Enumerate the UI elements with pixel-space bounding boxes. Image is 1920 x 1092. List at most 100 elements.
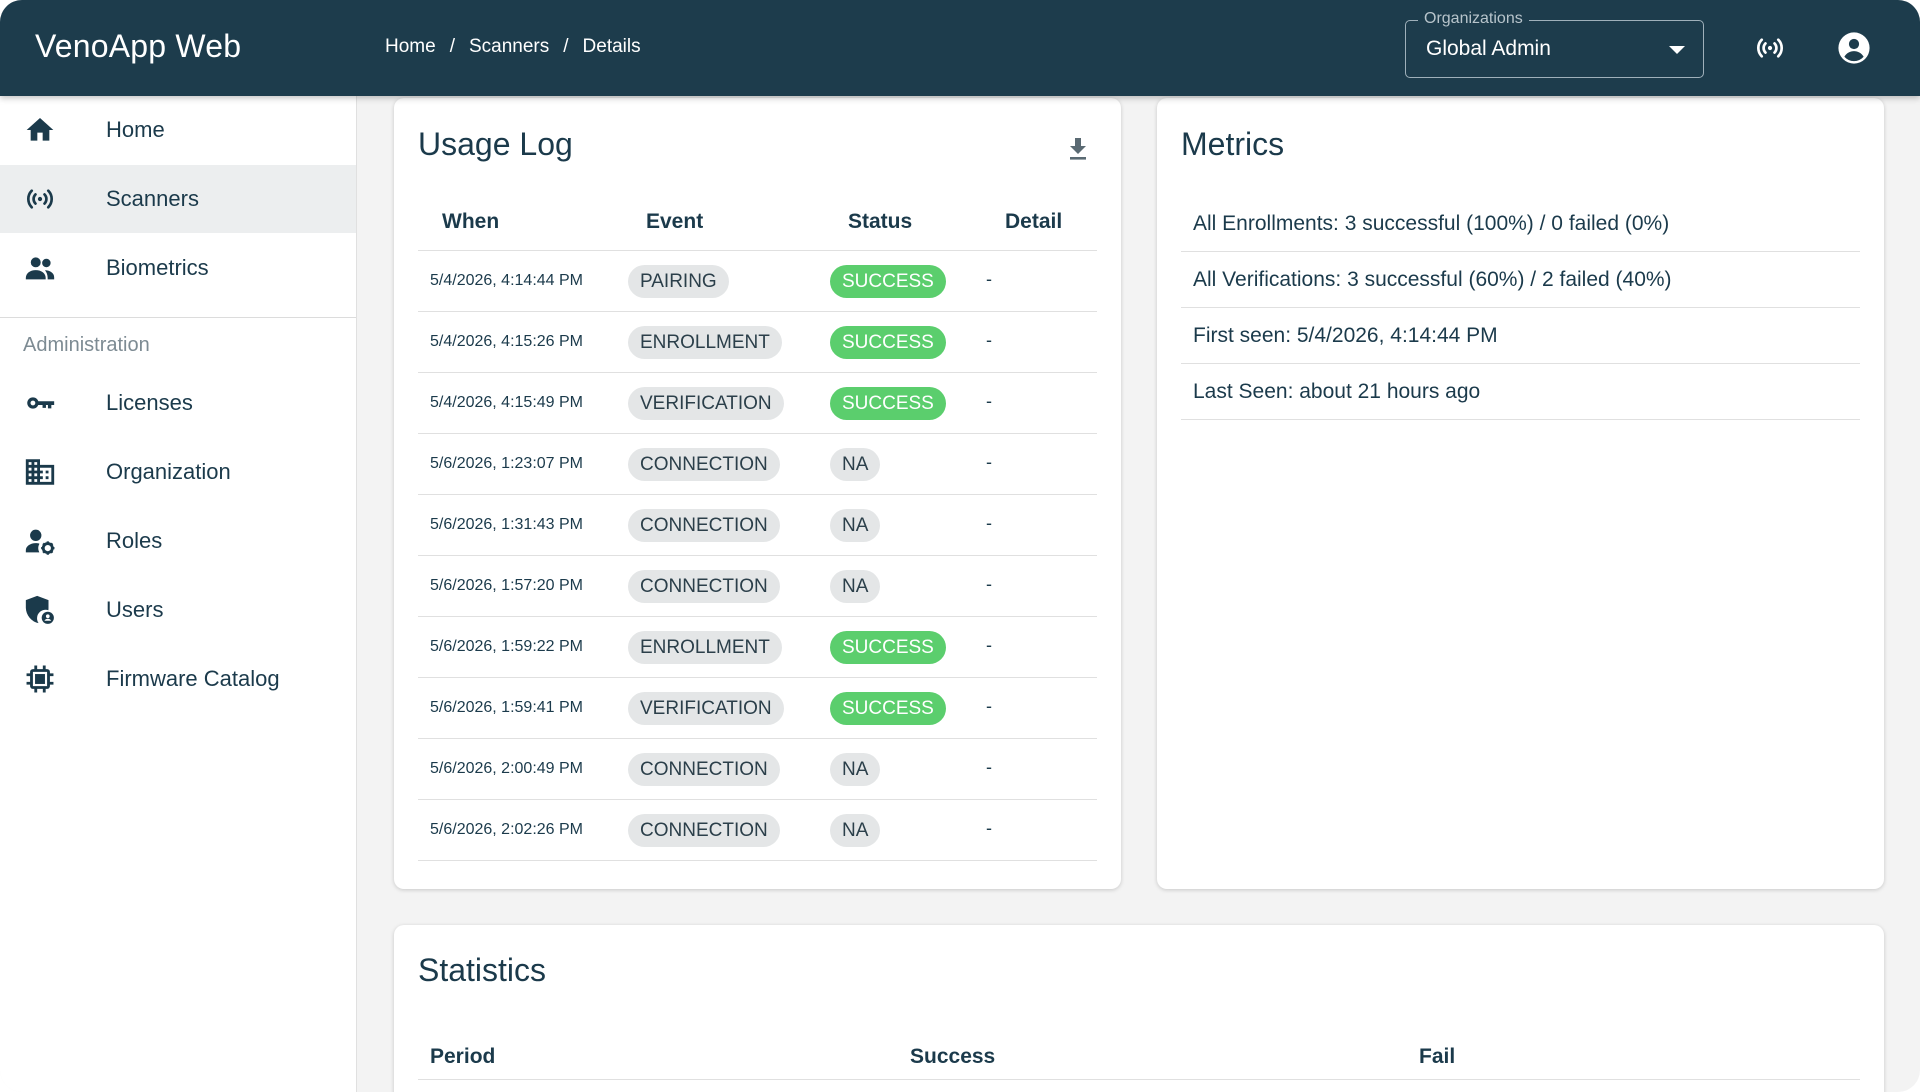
cell-detail: - xyxy=(986,330,992,350)
table-row: 5/6/2026, 2:00:49 PM CONNECTION NA - xyxy=(418,739,1097,800)
list-item: All Verifications: 3 successful (60%) / … xyxy=(1181,252,1860,308)
column-header-success[interactable]: Success xyxy=(910,1045,995,1069)
event-chip: ENROLLMENT xyxy=(628,326,782,359)
list-item: All Enrollments: 3 successful (100%) / 0… xyxy=(1181,196,1860,252)
sidebar-item-label: Scanners xyxy=(106,186,199,211)
download-icon[interactable] xyxy=(1063,134,1093,164)
organization-select[interactable]: Organizations Global Admin xyxy=(1405,10,1704,78)
sidebar-item-label: Biometrics xyxy=(106,255,209,280)
sidebar-divider xyxy=(0,317,356,318)
cell-detail: - xyxy=(986,757,992,777)
metrics-card: Metrics All Enrollments: 3 successful (1… xyxy=(1157,98,1884,889)
status-badge: SUCCESS xyxy=(830,692,946,725)
table-row: 5/6/2026, 1:59:22 PM ENROLLMENT SUCCESS … xyxy=(418,617,1097,678)
metric-first-seen: First seen: 5/4/2026, 4:14:44 PM xyxy=(1193,324,1498,347)
event-chip: ENROLLMENT xyxy=(628,631,782,664)
top-app-bar: VenoApp Web Home / Scanners / Details Or… xyxy=(0,0,1920,96)
table-row: 5/6/2026, 1:59:41 PM VERIFICATION SUCCES… xyxy=(418,678,1097,739)
sidebar-item-biometrics[interactable]: Biometrics xyxy=(0,234,356,302)
sidebar-item-roles[interactable]: Roles xyxy=(0,507,356,575)
cell-detail: - xyxy=(986,818,992,838)
column-header-status[interactable]: Status xyxy=(848,210,912,234)
column-header-period[interactable]: Period xyxy=(430,1045,495,1069)
breadcrumb: Home / Scanners / Details xyxy=(385,36,641,58)
cell-when: 5/6/2026, 2:02:26 PM xyxy=(430,821,583,838)
status-badge: NA xyxy=(830,814,881,847)
breadcrumb-home[interactable]: Home xyxy=(385,36,436,58)
table-row: 5/6/2026, 1:57:20 PM CONNECTION NA - xyxy=(418,556,1097,617)
statistics-header: Period Success Fail xyxy=(418,1033,1860,1080)
event-chip: CONNECTION xyxy=(628,753,780,786)
usage-log-title: Usage Log xyxy=(418,126,573,162)
statistics-card: Statistics Period Success Fail xyxy=(394,925,1884,1092)
sidebar-item-label: Users xyxy=(106,597,164,622)
list-item: First seen: 5/4/2026, 4:14:44 PM xyxy=(1181,308,1860,364)
breadcrumb-scanners[interactable]: Scanners xyxy=(469,36,549,58)
breadcrumb-separator: / xyxy=(449,36,455,57)
usage-log-header: When Event Status Detail xyxy=(418,196,1097,251)
status-badge: NA xyxy=(830,509,881,542)
metric-verifications: All Verifications: 3 successful (60%) / … xyxy=(1193,268,1672,291)
status-badge: NA xyxy=(830,570,881,603)
status-badge: NA xyxy=(830,448,881,481)
sidebar-item-organization[interactable]: Organization xyxy=(0,438,356,506)
sidebar-item-home[interactable]: Home xyxy=(0,96,356,164)
shield-user-icon xyxy=(22,592,58,628)
cell-detail: - xyxy=(986,391,992,411)
key-icon xyxy=(22,385,58,421)
sidebar-section-label: Administration xyxy=(23,334,150,356)
account-circle-icon[interactable] xyxy=(1836,30,1872,66)
cell-when: 5/6/2026, 1:23:07 PM xyxy=(430,455,583,472)
table-row: 5/4/2026, 4:14:44 PM PAIRING SUCCESS - xyxy=(418,251,1097,312)
sidebar-item-scanners[interactable]: Scanners xyxy=(0,165,356,233)
home-icon xyxy=(22,112,58,148)
chevron-down-icon xyxy=(1669,46,1685,54)
app-window: VenoApp Web Home / Scanners / Details Or… xyxy=(0,0,1920,1092)
sidebar-item-label: Home xyxy=(106,117,165,142)
cell-when: 5/6/2026, 2:00:49 PM xyxy=(430,760,583,777)
statistics-title: Statistics xyxy=(418,952,547,988)
sidebar-item-licenses[interactable]: Licenses xyxy=(0,369,356,437)
app-title: VenoApp Web xyxy=(35,28,242,64)
metrics-title: Metrics xyxy=(1181,126,1285,162)
breadcrumb-separator: / xyxy=(563,36,569,57)
table-row: 5/4/2026, 4:15:49 PM VERIFICATION SUCCES… xyxy=(418,373,1097,434)
list-item: Last Seen: about 21 hours ago xyxy=(1181,364,1860,420)
sensors-icon xyxy=(22,181,58,217)
sidebar-item-label: Organization xyxy=(106,459,231,484)
user-settings-icon xyxy=(22,523,58,559)
column-header-event[interactable]: Event xyxy=(646,210,703,234)
sidebar-item-label: Roles xyxy=(106,528,163,553)
status-badge: SUCCESS xyxy=(830,631,946,664)
event-chip: VERIFICATION xyxy=(628,387,784,420)
table-row: 5/6/2026, 2:02:26 PM CONNECTION NA - xyxy=(418,800,1097,861)
column-header-fail[interactable]: Fail xyxy=(1419,1045,1455,1069)
status-badge: NA xyxy=(830,753,881,786)
status-badge: SUCCESS xyxy=(830,387,946,420)
metric-last-seen: Last Seen: about 21 hours ago xyxy=(1193,380,1481,403)
column-header-when[interactable]: When xyxy=(442,210,499,234)
table-row: 5/4/2026, 4:15:26 PM ENROLLMENT SUCCESS … xyxy=(418,312,1097,373)
metric-enrollments: All Enrollments: 3 successful (100%) / 0… xyxy=(1193,212,1670,235)
cell-when: 5/6/2026, 1:57:20 PM xyxy=(430,577,583,594)
cell-when: 5/4/2026, 4:15:49 PM xyxy=(430,394,583,411)
cell-detail: - xyxy=(986,269,992,289)
cell-detail: - xyxy=(986,635,992,655)
event-chip: CONNECTION xyxy=(628,570,780,603)
sidebar-item-label: Licenses xyxy=(106,390,193,415)
sidebar-item-firmware-catalog[interactable]: Firmware Catalog xyxy=(0,645,356,713)
table-row: 5/6/2026, 1:31:43 PM CONNECTION NA - xyxy=(418,495,1097,556)
usage-log-card: Usage Log When Event Status Detail 5/4/2… xyxy=(394,98,1121,889)
sidebar-item-users[interactable]: Users xyxy=(0,576,356,644)
building-icon xyxy=(22,454,58,490)
status-badge: SUCCESS xyxy=(830,326,946,359)
chip-icon xyxy=(22,661,58,697)
column-header-detail[interactable]: Detail xyxy=(1005,210,1062,234)
cell-detail: - xyxy=(986,574,992,594)
cell-when: 5/4/2026, 4:15:26 PM xyxy=(430,333,583,350)
cell-detail: - xyxy=(986,452,992,472)
event-chip: CONNECTION xyxy=(628,448,780,481)
event-chip: CONNECTION xyxy=(628,814,780,847)
sensors-icon[interactable] xyxy=(1752,30,1788,66)
cell-when: 5/4/2026, 4:14:44 PM xyxy=(430,272,583,289)
